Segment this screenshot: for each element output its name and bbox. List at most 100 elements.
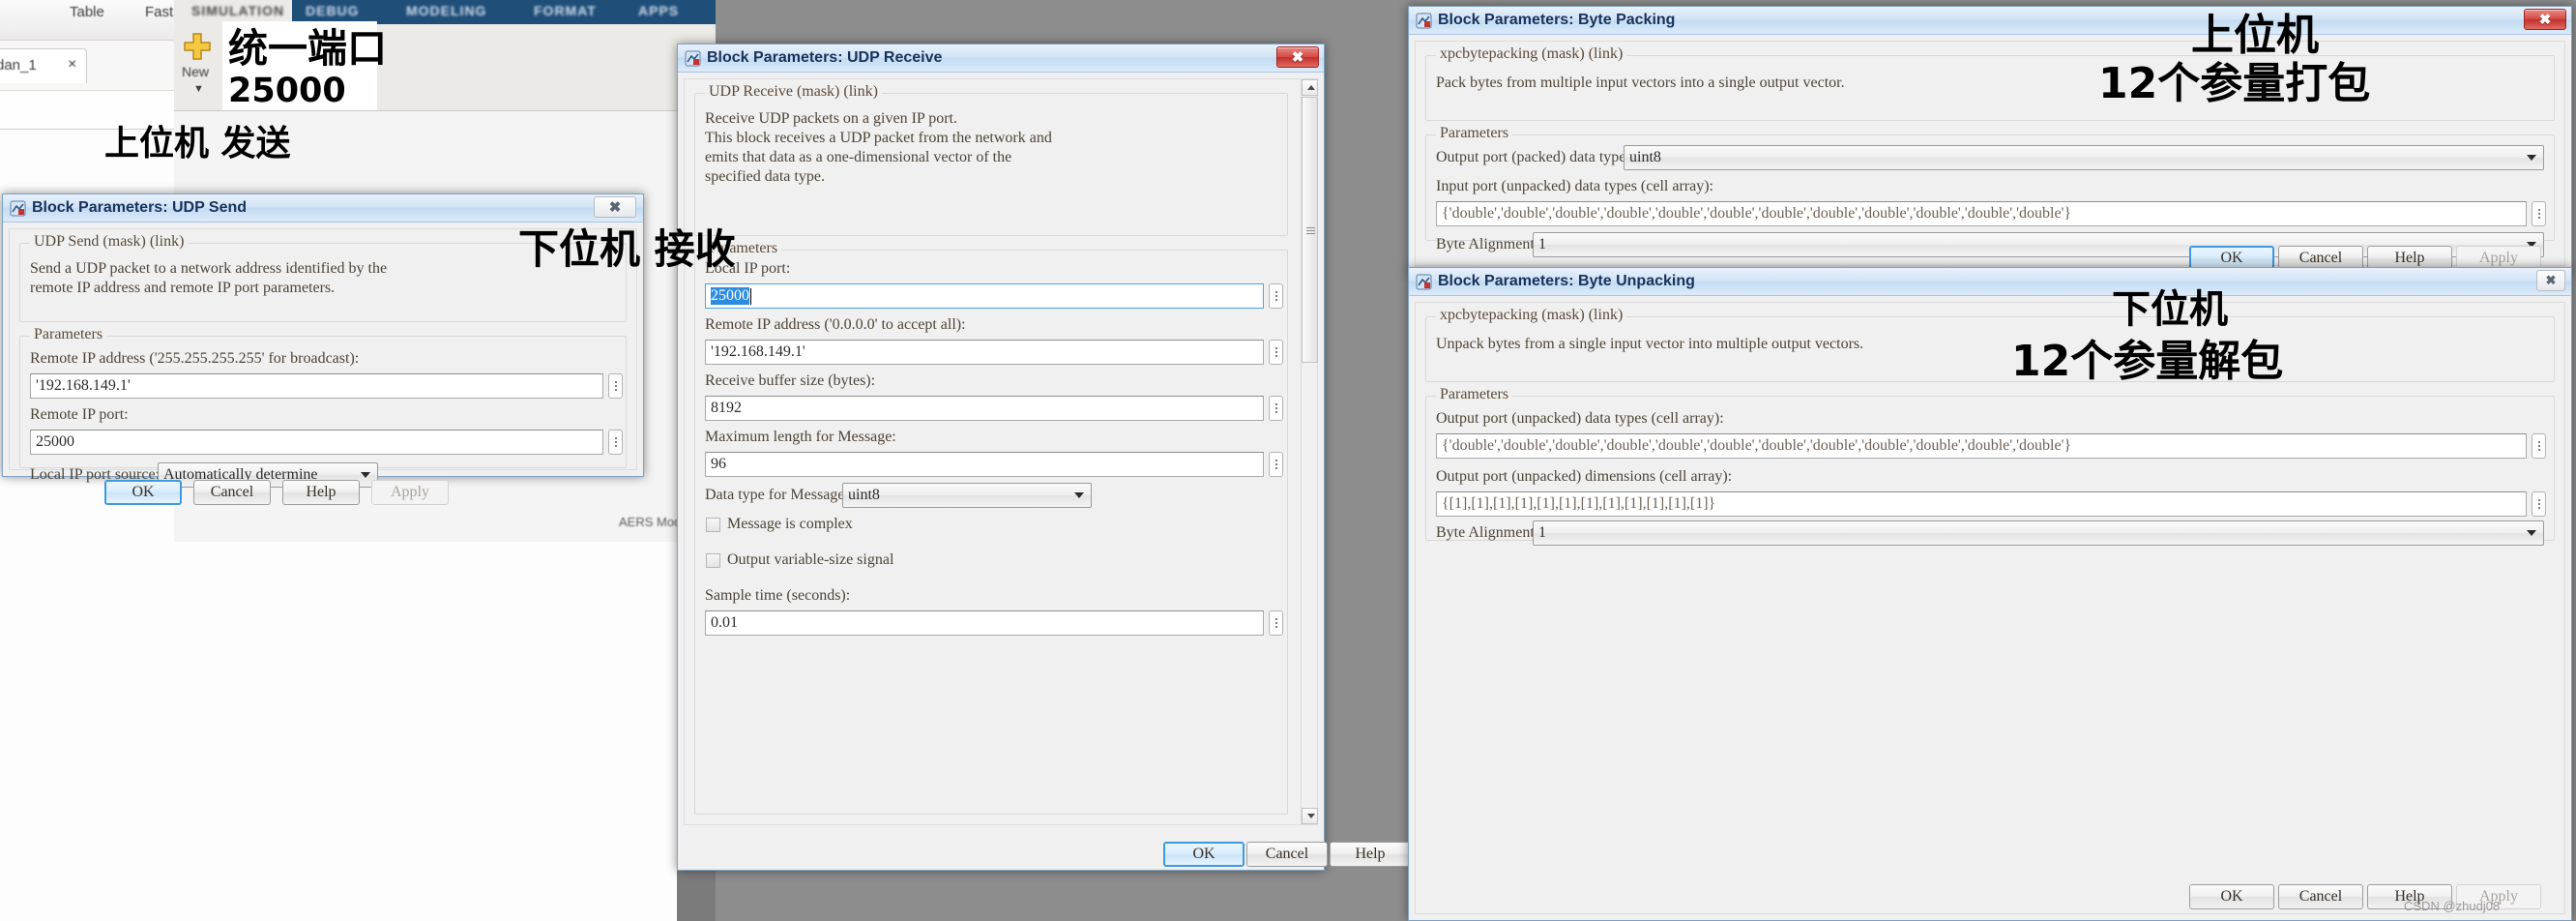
remote-ip-address-spinner[interactable]	[1269, 340, 1283, 365]
output-port-dimensions-label: Output port (unpacked) dimensions (cell …	[1436, 468, 1733, 485]
message-is-complex-checkbox[interactable]	[706, 518, 720, 532]
byte-alignment-label: Byte Alignment:	[1436, 524, 1539, 541]
output-port-dimensions-input[interactable]: {[1],[1],[1],[1],[1],[1],[1],[1],[1],[1]…	[1436, 491, 2527, 517]
local-ip-port-spinner[interactable]	[1269, 283, 1283, 309]
scroll-up-button[interactable]	[1302, 79, 1318, 96]
input-port-data-types-label: Input port (unpacked) data types (cell a…	[1436, 178, 1713, 194]
byte-packing-close-button[interactable]: ✖	[2524, 9, 2566, 30]
new-button-chevron-down-icon[interactable]: ▼	[193, 83, 204, 95]
udp-send-ok-button[interactable]: OK	[104, 480, 182, 505]
simulink-block-icon	[1416, 274, 1432, 290]
local-ip-port-input[interactable]: 25000	[705, 283, 1264, 309]
remote-ip-port-label: Remote IP port:	[30, 406, 129, 423]
ribbon-tab-debug[interactable]: DEBUG	[306, 3, 360, 18]
byte-unpacking-inner: xpcbytepacking (mask) (link) Unpack byte…	[1415, 302, 2565, 914]
remote-ip-address-spinner[interactable]	[608, 373, 623, 399]
byte-unpacking-mask-group: xpcbytepacking (mask) (link) Unpack byte…	[1425, 307, 2555, 382]
simulink-block-icon	[685, 50, 701, 67]
remote-ip-port-spinner[interactable]	[608, 430, 623, 455]
udp-send-close-button[interactable]: ✖	[594, 196, 636, 218]
data-type-select[interactable]: uint8	[842, 483, 1092, 508]
byte-unpacking-cancel-button[interactable]: Cancel	[2278, 884, 2363, 909]
byte-unpacking-mask-legend: xpcbytepacking (mask) (link)	[1436, 307, 1627, 324]
byte-alignment-select[interactable]: 1	[1533, 520, 2544, 546]
byte-alignment-value: 1	[1538, 524, 1546, 541]
receive-buffer-size-spinner[interactable]	[1269, 396, 1283, 421]
remote-ip-address-input[interactable]: '192.168.149.1'	[30, 373, 603, 399]
maximum-length-label: Maximum length for Message:	[705, 429, 896, 445]
udp-receive-titlebar[interactable]: Block Parameters: UDP Receive ✖	[678, 45, 1324, 73]
output-port-data-type-label: Output port (packed) data type:	[1436, 149, 1630, 165]
annotation-host-pack-line1: 上位机	[2191, 11, 2319, 60]
output-variable-size-checkbox[interactable]	[706, 553, 720, 568]
udp-send-titlebar[interactable]: Block Parameters: UDP Send ✖	[3, 194, 643, 223]
byte-alignment-label: Byte Alignment:	[1436, 236, 1539, 253]
byte-unpacking-params-legend: Parameters	[1436, 386, 1513, 403]
data-type-value: uint8	[848, 487, 880, 503]
udp-send-params-legend: Parameters	[30, 326, 107, 343]
annotation-target-unpack-line2: 12个参量解包	[2011, 337, 2284, 386]
output-port-data-types-spinner[interactable]	[2532, 433, 2546, 459]
byte-unpacking-close-button[interactable]: ✖	[2536, 270, 2565, 291]
data-type-label: Data type for Message:	[705, 487, 849, 503]
maximum-length-spinner[interactable]	[1269, 452, 1283, 477]
bg-document-tab-close-icon[interactable]: ×	[68, 56, 76, 74]
udp-send-help-button[interactable]: Help	[282, 480, 360, 505]
udp-receive-cancel-button[interactable]: Cancel	[1246, 842, 1328, 867]
byte-packing-title: Block Parameters: Byte Packing	[1438, 12, 1676, 28]
annotation-target-unpack-line1: 下位机	[2112, 287, 2228, 332]
remote-ip-address-label: Remote IP address ('255.255.255.255' for…	[30, 350, 360, 367]
simulink-block-icon	[1416, 13, 1432, 29]
close-icon: ✖	[608, 199, 622, 216]
sample-time-input[interactable]: 0.01	[705, 610, 1264, 636]
output-port-data-type-select[interactable]: uint8	[1624, 145, 2544, 170]
scroll-down-button[interactable]	[1302, 808, 1318, 824]
udp-receive-ok-button[interactable]: OK	[1163, 842, 1244, 867]
scrollbar-thumb[interactable]	[1302, 97, 1318, 363]
chevron-down-icon	[1074, 492, 1084, 498]
remote-ip-port-input[interactable]: 25000	[30, 430, 603, 455]
close-icon: ✖	[2545, 273, 2557, 287]
close-icon: ✖	[2538, 12, 2552, 28]
chevron-down-icon	[361, 472, 370, 478]
bg-table-label: Table	[70, 4, 104, 20]
output-port-data-types-input[interactable]: {'double','double','double','double','do…	[1436, 433, 2527, 459]
maximum-length-input[interactable]: 96	[705, 452, 1264, 477]
dialog-byte-unpacking[interactable]: Block Parameters: Byte Unpacking ✖ xpcby…	[1408, 267, 2572, 921]
new-button-label[interactable]: New	[182, 64, 209, 79]
udp-receive-params-group: Parameters Local IP port: 25000 Remote I…	[694, 240, 1288, 815]
ribbon-tab-modeling[interactable]: MODELING	[406, 3, 486, 18]
dialog-byte-packing[interactable]: Block Parameters: Byte Packing ✖ xpcbyte…	[1408, 6, 2572, 273]
annotation-target-receive: 下位机 接收	[518, 225, 736, 273]
remote-ip-address-input[interactable]: '192.168.149.1'	[705, 340, 1264, 365]
message-is-complex-label: Message is complex	[727, 516, 853, 532]
byte-alignment-value: 1	[1538, 236, 1546, 253]
ribbon-tab-simulation[interactable]: SIMULATION	[191, 3, 284, 18]
udp-send-description: Send a UDP packet to a network address i…	[30, 260, 388, 296]
sample-time-label: Sample time (seconds):	[705, 587, 851, 604]
dialog-udp-receive[interactable]: Block Parameters: UDP Receive ✖ UDP Rece…	[677, 44, 1494, 871]
udp-send-cancel-button[interactable]: Cancel	[193, 480, 271, 505]
grip-icon	[1306, 226, 1315, 234]
byte-unpacking-params-group: Parameters Output port (unpacked) data t…	[1425, 386, 2555, 546]
output-port-dimensions-spinner[interactable]	[2532, 491, 2546, 517]
receive-buffer-size-input[interactable]: 8192	[705, 396, 1264, 421]
udp-receive-help-button[interactable]: Help	[1330, 842, 1411, 867]
ribbon-tab-apps[interactable]: APPS	[638, 3, 679, 18]
byte-unpacking-ok-button[interactable]: OK	[2189, 884, 2274, 909]
udp-receive-title: Block Parameters: UDP Receive	[707, 49, 943, 66]
ribbon-tab-format[interactable]: FORMAT	[534, 3, 597, 18]
input-port-data-types-spinner[interactable]	[2532, 201, 2546, 226]
sample-time-spinner[interactable]	[1269, 610, 1283, 636]
udp-receive-close-button[interactable]: ✖	[1276, 46, 1319, 68]
byte-packing-titlebar[interactable]: Block Parameters: Byte Packing ✖	[1409, 7, 2571, 35]
byte-unpacking-titlebar[interactable]: Block Parameters: Byte Unpacking ✖	[1409, 268, 2571, 296]
byte-unpacking-title: Block Parameters: Byte Unpacking	[1438, 273, 1695, 289]
udp-receive-mask-group: UDP Receive (mask) (link) Receive UDP pa…	[694, 83, 1288, 236]
chevron-down-icon	[2527, 155, 2536, 161]
byte-packing-inner: xpcbytepacking (mask) (link) Pack bytes …	[1415, 41, 2565, 271]
input-port-data-types-input[interactable]: {'double','double','double','double','do…	[1436, 201, 2527, 226]
udp-receive-scrollbar[interactable]	[1301, 79, 1318, 824]
new-plus-icon[interactable]	[182, 31, 213, 62]
udp-receive-inner: UDP Receive (mask) (link) Receive UDP pa…	[684, 78, 1318, 825]
